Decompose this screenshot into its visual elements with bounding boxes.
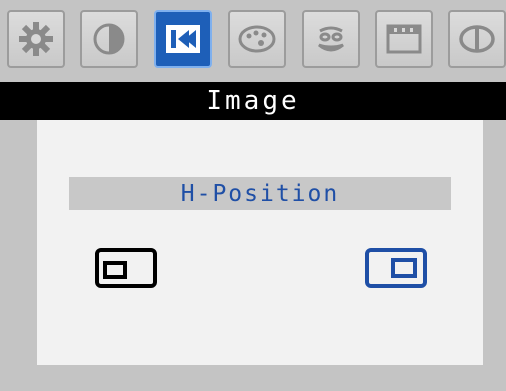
contrast-icon: [93, 23, 125, 55]
sun-brightness-icon: [19, 22, 53, 56]
osd-menu: Image H-Position: [0, 0, 506, 391]
increase-position-button[interactable]: [365, 248, 427, 292]
tab-color[interactable]: [228, 10, 286, 68]
h-position-label: H-Position: [69, 177, 451, 210]
tab-reset[interactable]: [448, 10, 506, 68]
move-right-icon: [365, 248, 427, 288]
face-icon: [318, 26, 344, 52]
menu-title: Image: [0, 82, 506, 120]
osd-settings-icon: [386, 24, 422, 54]
tab-picture-mode[interactable]: [302, 10, 360, 68]
reset-icon: [459, 25, 495, 53]
decrease-position-button[interactable]: [95, 248, 157, 292]
tab-brightness[interactable]: [7, 10, 65, 68]
tab-strip: [0, 0, 506, 82]
color-palette-icon: [238, 25, 276, 53]
tab-image[interactable]: [154, 10, 212, 68]
image-position-icon: [166, 25, 200, 53]
tab-osd-settings[interactable]: [375, 10, 433, 68]
tab-contrast[interactable]: [80, 10, 138, 68]
content-panel: H-Position: [37, 120, 483, 365]
move-left-icon: [95, 248, 157, 288]
